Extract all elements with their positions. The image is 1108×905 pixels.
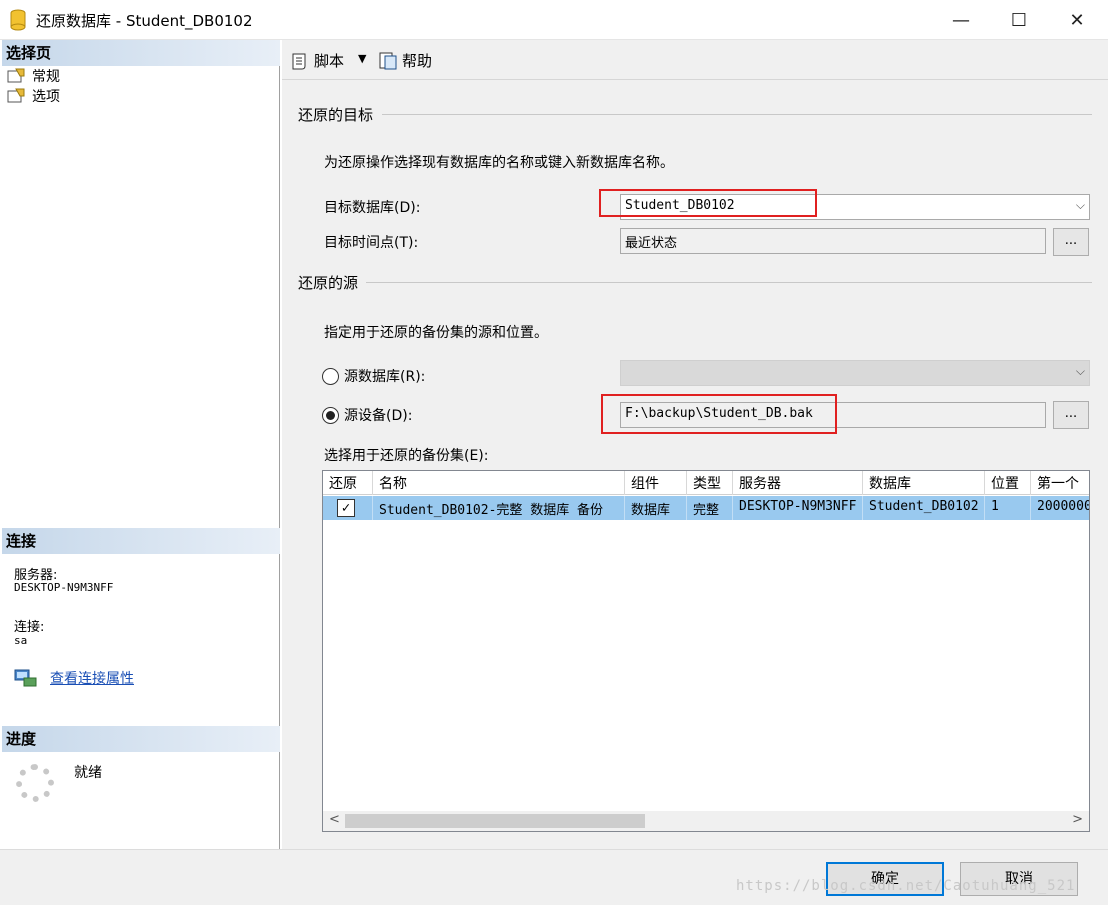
cell-first: 2000000 — [1037, 499, 1090, 514]
scroll-left-arrow[interactable]: < — [329, 812, 340, 827]
help-label: 帮助 — [402, 52, 433, 70]
page-icon — [7, 68, 25, 83]
target-group-title: 还原的目标 — [298, 106, 374, 124]
page-item-options[interactable]: 选项 — [6, 86, 60, 106]
cell-database: Student_DB0102 — [863, 496, 985, 520]
column-header-first[interactable]: 第一个 — [1031, 471, 1089, 495]
toolbar: 脚本 ▼ 帮助 — [282, 40, 1108, 80]
from-database-radio[interactable] — [322, 368, 339, 385]
grid-header: 还原 名称 组件 类型 服务器 数据库 位置 第一个 — [323, 471, 1089, 495]
restore-cell: ✓ — [323, 496, 373, 520]
target-description: 为还原操作选择现有数据库的名称或键入新数据库名称。 — [324, 155, 674, 171]
help-button[interactable]: 帮助 — [378, 50, 432, 71]
connection-value: sa — [14, 634, 28, 647]
maximize-button[interactable]: ☐ — [990, 0, 1048, 40]
watermark-text: https://blog.csdn.net/Caotuhuang_521 — [736, 878, 1076, 894]
cell-component: 数据库 — [625, 496, 687, 520]
backup-sets-label: 选择用于还原的备份集(E): — [324, 448, 489, 464]
backup-sets-grid[interactable]: 还原 名称 组件 类型 服务器 数据库 位置 第一个 ✓ Student_DB0… — [322, 470, 1090, 832]
view-connection-properties-link[interactable]: 查看连接属性 — [50, 668, 134, 688]
main-pane: 脚本 ▼ 帮助 还原的目标 为还原操作选择现有数据库的名称或键入新数据库名称。 … — [282, 40, 1108, 849]
script-label: 脚本 — [314, 52, 345, 70]
page-item-general[interactable]: 常规 — [6, 66, 60, 86]
target-time-value: 最近状态 — [625, 236, 678, 251]
column-header-database[interactable]: 数据库 — [863, 471, 985, 495]
column-header-type[interactable]: 类型 — [687, 471, 733, 495]
server-value: DESKTOP-N9M3NFF — [14, 581, 114, 594]
source-device-value: F:\backup\Student_DB.bak — [625, 406, 813, 421]
target-db-label: 目标数据库(D): — [324, 200, 421, 216]
chevron-down-icon: ⌵ — [1075, 198, 1085, 212]
page-label-general: 常规 — [32, 69, 60, 85]
target-time-label: 目标时间点(T): — [324, 235, 419, 251]
column-header-component[interactable]: 组件 — [625, 471, 687, 495]
source-device-field: F:\backup\Student_DB.bak — [620, 402, 1046, 428]
source-description: 指定用于还原的备份集的源和位置。 — [324, 325, 548, 341]
select-page-header: 选择页 — [2, 40, 280, 66]
close-button[interactable]: ✕ — [1048, 0, 1106, 40]
title-bar: 还原数据库 - Student_DB0102 — ☐ ✕ — [0, 0, 1108, 40]
page-label-options: 选项 — [32, 89, 60, 105]
table-row[interactable]: ✓ Student_DB0102-完整 数据库 备份 数据库 完整 DESKTO… — [323, 496, 1090, 520]
column-header-position[interactable]: 位置 — [985, 471, 1031, 495]
target-time-browse-button[interactable]: ... — [1053, 228, 1089, 256]
progress-header: 进度 — [2, 726, 280, 752]
cell-server: DESKTOP-N9M3NFF — [733, 496, 863, 520]
cell-name: Student_DB0102-完整 数据库 备份 — [373, 496, 625, 520]
source-group-divider — [366, 282, 1092, 283]
column-header-server[interactable]: 服务器 — [733, 471, 863, 495]
page-icon — [7, 88, 25, 103]
source-db-combo: ⌵ — [620, 360, 1090, 386]
column-header-name[interactable]: 名称 — [373, 471, 625, 495]
progress-status: 就绪 — [74, 765, 102, 781]
script-dropdown-arrow[interactable]: ▼ — [358, 52, 366, 65]
restore-checkbox[interactable]: ✓ — [337, 499, 355, 517]
script-icon — [292, 53, 306, 69]
target-db-value: Student_DB0102 — [625, 198, 735, 213]
connection-label: 连接: — [14, 620, 45, 635]
target-time-field: 最近状态 — [620, 228, 1046, 254]
target-group-divider — [382, 114, 1092, 115]
connection-icon — [14, 669, 37, 687]
scrollbar-thumb[interactable] — [345, 814, 645, 828]
source-group-title: 还原的源 — [298, 274, 359, 292]
minimize-button[interactable]: — — [932, 0, 990, 40]
from-device-radio[interactable] — [322, 407, 339, 424]
chevron-down-icon: ⌵ — [1075, 364, 1085, 378]
cell-type: 完整 — [687, 496, 733, 520]
connection-header: 连接 — [2, 528, 280, 554]
script-button[interactable]: 脚本 — [290, 50, 344, 71]
cell-position: 1 — [985, 496, 1031, 520]
left-pane: 选择页 常规 选项 连接 服务器: DESKTOP-N9M3NFF 连接: sa… — [2, 40, 280, 849]
database-icon — [10, 9, 26, 31]
from-device-label: 源设备(D): — [344, 408, 413, 424]
from-database-label: 源数据库(R): — [344, 369, 426, 385]
target-db-combo[interactable]: Student_DB0102 ⌵ — [620, 194, 1090, 220]
scroll-right-arrow[interactable]: > — [1072, 812, 1083, 827]
source-device-browse-button[interactable]: ... — [1053, 401, 1089, 429]
spinner-icon — [16, 764, 54, 802]
dialog-footer: 确定 取消 https://blog.csdn.net/Caotuhuang_5… — [0, 849, 1108, 905]
column-header-restore[interactable]: 还原 — [323, 471, 373, 495]
help-icon — [379, 52, 397, 69]
window-title: 还原数据库 - Student_DB0102 — [36, 12, 253, 30]
horizontal-scrollbar[interactable]: < > — [323, 811, 1089, 831]
